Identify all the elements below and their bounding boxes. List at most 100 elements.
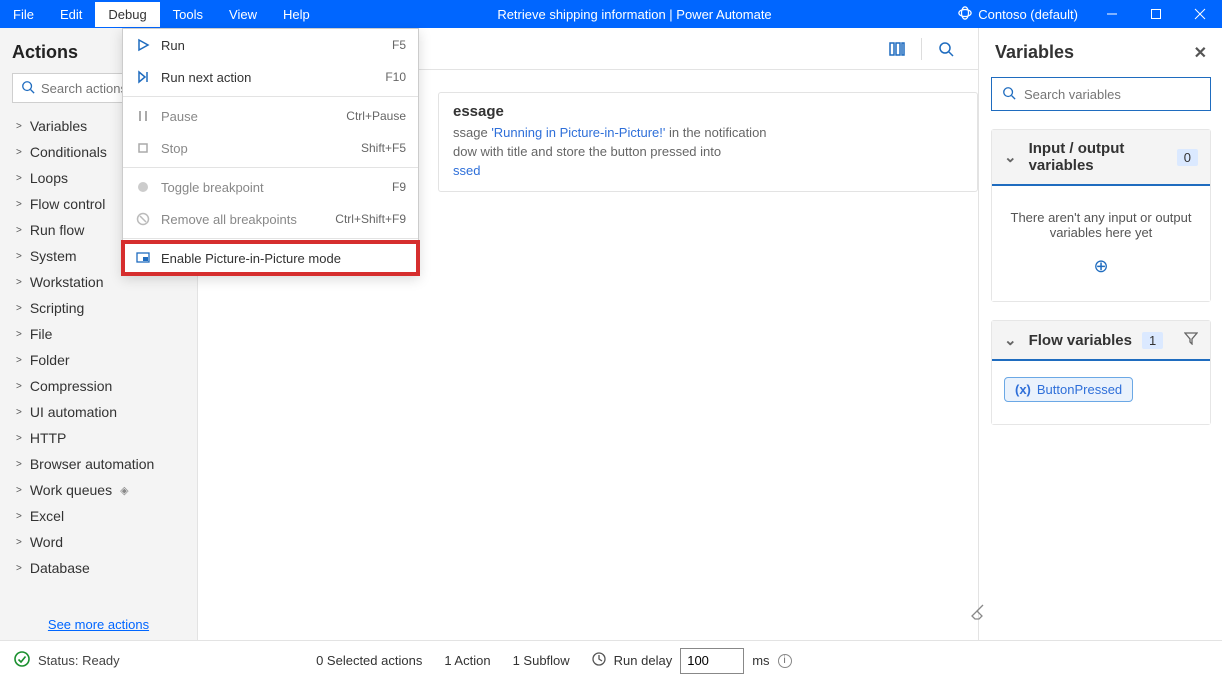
filter-icon[interactable] <box>1184 331 1198 349</box>
pip-icon <box>135 250 151 266</box>
chevron-right-icon: > <box>16 303 22 314</box>
action-category-ui-automation[interactable]: > UI automation <box>0 399 197 425</box>
minimize-button[interactable] <box>1090 0 1134 28</box>
menu-debug[interactable]: Debug <box>95 2 159 27</box>
debug-run[interactable]: Run F5 <box>123 29 418 61</box>
side-by-side-icon[interactable] <box>877 29 917 69</box>
close-button[interactable] <box>1178 0 1222 28</box>
step-description: ssage 'Running in Picture-in-Picture!' i… <box>453 124 963 181</box>
action-category-label: UI automation <box>30 404 117 420</box>
action-category-folder[interactable]: >Folder <box>0 347 197 373</box>
chevron-right-icon: > <box>16 173 22 184</box>
action-category-label: HTTP <box>30 430 67 446</box>
debug-pause: Pause Ctrl+Pause <box>123 100 418 132</box>
chevron-right-icon: > <box>16 433 22 444</box>
io-variables-header[interactable]: ⌄ Input / output variables 0 <box>992 130 1210 186</box>
action-category-work-queues[interactable]: >Work queues◈ <box>0 477 197 503</box>
status-ok-icon <box>14 651 30 670</box>
variables-panel-title: Variables <box>995 42 1074 63</box>
status-action-count: 1 Action <box>444 653 490 668</box>
dd-label: Stop <box>161 141 361 156</box>
menu-view[interactable]: View <box>216 2 270 27</box>
toolbar-separator <box>921 38 922 60</box>
menu-tools[interactable]: Tools <box>160 2 216 27</box>
chevron-right-icon: > <box>16 251 22 262</box>
eraser-icon[interactable] <box>969 603 987 624</box>
rundelay-input[interactable] <box>680 648 744 674</box>
flow-step-display-message[interactable]: essage ssage 'Running in Picture-in-Pict… <box>438 92 978 192</box>
flow-variables-header[interactable]: ⌄ Flow variables 1 <box>992 321 1210 361</box>
variable-reference: ssed <box>453 163 480 178</box>
window-controls <box>1090 0 1222 28</box>
close-variables-button[interactable]: ✕ <box>1194 43 1207 63</box>
see-more-actions[interactable]: See more actions <box>0 609 197 640</box>
action-category-label: Excel <box>30 508 64 524</box>
search-flow-icon[interactable] <box>926 29 966 69</box>
action-category-word[interactable]: >Word <box>0 529 197 555</box>
debug-remove-all-breakpoints: Remove all breakpoints Ctrl+Shift+F9 <box>123 203 418 235</box>
action-category-database[interactable]: >Database <box>0 555 197 581</box>
maximize-button[interactable] <box>1134 0 1178 28</box>
action-category-file[interactable]: >File <box>0 321 197 347</box>
flow-variable-buttonpressed[interactable]: (x) ButtonPressed <box>1004 377 1133 402</box>
chevron-down-icon: ⌄ <box>1004 331 1017 349</box>
chevron-right-icon: > <box>16 537 22 548</box>
step-icon <box>135 69 151 85</box>
org-label: Contoso (default) <box>978 7 1078 22</box>
step-title: essage <box>453 103 963 120</box>
action-category-label: Scripting <box>30 300 84 316</box>
variables-search-input[interactable] <box>1016 87 1200 102</box>
debug-dropdown: Run F5 Run next action F10 Pause Ctrl+Pa… <box>122 28 419 275</box>
action-category-label: Work queues <box>30 482 112 498</box>
io-count-badge: 0 <box>1177 149 1198 166</box>
org-icon <box>958 6 972 23</box>
menu-edit[interactable]: Edit <box>47 2 95 27</box>
info-icon[interactable]: i <box>778 654 792 668</box>
chevron-right-icon: > <box>16 329 22 340</box>
see-more-link[interactable]: See more actions <box>48 617 149 632</box>
action-category-label: System <box>30 248 77 264</box>
titlebar: File Edit Debug Tools View Help Retrieve… <box>0 0 1222 28</box>
remove-breakpoints-icon <box>135 211 151 227</box>
debug-run-next-action[interactable]: Run next action F10 <box>123 61 418 93</box>
action-category-scripting[interactable]: > Scripting <box>0 295 197 321</box>
menu-file[interactable]: File <box>0 2 47 27</box>
action-category-http[interactable]: > HTTP <box>0 425 197 451</box>
chevron-right-icon: > <box>16 381 22 392</box>
variables-panel: Variables ✕ ⌄ Input / output variables 0… <box>978 28 1222 640</box>
menu-help[interactable]: Help <box>270 2 323 27</box>
chevron-right-icon: > <box>16 225 22 236</box>
action-category-browser-automation[interactable]: >Browser automation <box>0 451 197 477</box>
chevron-right-icon: > <box>16 407 22 418</box>
window-title: Retrieve shipping information | Power Au… <box>323 7 947 22</box>
statusbar: Status: Ready 0 Selected actions 1 Actio… <box>0 640 1222 680</box>
action-category-excel[interactable]: >Excel <box>0 503 197 529</box>
debug-enable-pip-mode[interactable]: Enable Picture-in-Picture mode <box>123 242 418 274</box>
action-category-label: Compression <box>30 378 112 394</box>
search-icon <box>21 80 35 97</box>
chevron-right-icon: > <box>16 277 22 288</box>
breakpoint-dot-icon <box>135 179 151 195</box>
stop-icon <box>135 140 151 156</box>
dd-label: Pause <box>161 109 346 124</box>
rundelay-unit: ms <box>752 653 769 668</box>
clock-icon <box>592 652 606 669</box>
play-outline-icon <box>135 37 151 53</box>
action-category-label: Folder <box>30 352 70 368</box>
rundelay-label: Run delay <box>614 653 673 668</box>
action-category-label: Loops <box>30 170 68 186</box>
action-category-compression[interactable]: > Compression <box>0 373 197 399</box>
menu-separator <box>123 238 418 239</box>
status-text: Status: Ready <box>38 653 120 668</box>
action-category-label: Variables <box>30 118 87 134</box>
flow-header-label: Flow variables <box>1029 332 1132 349</box>
io-empty-text: There aren't any input or output variabl… <box>1006 210 1196 240</box>
debug-toggle-breakpoint: Toggle breakpoint F9 <box>123 171 418 203</box>
dd-shortcut: F9 <box>392 180 406 194</box>
chevron-down-icon: ⌄ <box>1004 148 1017 166</box>
add-io-variable-button[interactable]: ⊕ <box>1093 256 1108 277</box>
org-indicator[interactable]: Contoso (default) <box>946 6 1090 23</box>
variables-search[interactable] <box>991 77 1211 111</box>
action-category-label: Run flow <box>30 222 84 238</box>
dd-shortcut: F5 <box>392 38 406 52</box>
